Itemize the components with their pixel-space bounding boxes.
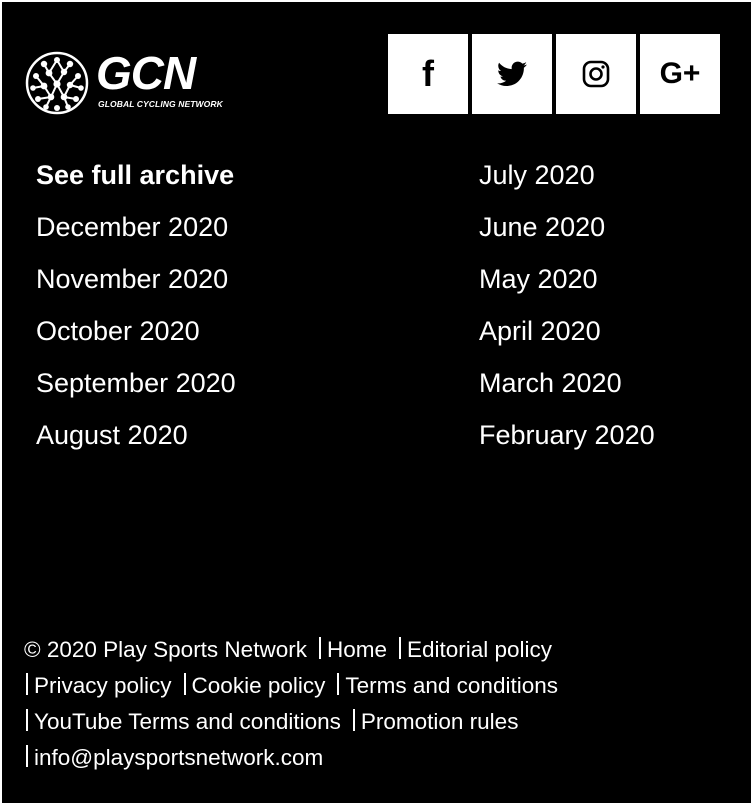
twitter-icon — [497, 61, 527, 86]
archive-link[interactable]: March 2020 — [479, 364, 655, 416]
privacy-policy-link[interactable]: Privacy policy — [34, 673, 172, 698]
social-links: f G+ — [388, 34, 720, 114]
archive-link[interactable]: November 2020 — [36, 260, 236, 312]
google-plus-button[interactable]: G+ — [640, 34, 720, 114]
archive-link[interactable]: June 2020 — [479, 208, 655, 260]
archive-link[interactable]: October 2020 — [36, 312, 236, 364]
facebook-icon: f — [422, 53, 434, 94]
gcn-logo[interactable]: GCN GLOBAL CYCLING NETWORK — [24, 50, 254, 116]
brand-tagline: GLOBAL CYCLING NETWORK — [98, 99, 223, 109]
archive-column-left: See full archive December 2020 November … — [36, 156, 236, 468]
facebook-button[interactable]: f — [388, 34, 468, 114]
globe-logo-icon — [25, 51, 89, 115]
separator — [26, 673, 28, 695]
twitter-button[interactable] — [472, 34, 552, 114]
archive-link[interactable]: September 2020 — [36, 364, 236, 416]
terms-link[interactable]: Terms and conditions — [345, 673, 558, 698]
separator — [352, 709, 355, 731]
home-link[interactable]: Home — [327, 637, 387, 662]
legal-footer: © 2020 Play Sports Network Home Editorial … — [24, 632, 734, 776]
archive-link[interactable]: April 2020 — [479, 312, 655, 364]
separator — [26, 709, 28, 731]
google-plus-icon: G+ — [659, 57, 701, 90]
separator — [26, 745, 28, 767]
promotion-rules-link[interactable]: Promotion rules — [361, 709, 519, 734]
archive-column-right: July 2020 June 2020 May 2020 April 2020 … — [479, 156, 655, 468]
brand-name: GCN — [96, 47, 196, 99]
instagram-icon — [582, 60, 610, 88]
editorial-policy-link[interactable]: Editorial policy — [407, 637, 552, 662]
instagram-button[interactable] — [556, 34, 636, 114]
separator — [318, 637, 321, 659]
cookie-policy-link[interactable]: Cookie policy — [192, 673, 326, 698]
archive-link[interactable]: May 2020 — [479, 260, 655, 312]
footer-panel: GCN GLOBAL CYCLING NETWORK f G+ See full… — [2, 2, 751, 803]
see-full-archive-link[interactable]: See full archive — [36, 156, 236, 208]
separator — [398, 637, 401, 659]
archive-link[interactable]: February 2020 — [479, 416, 655, 468]
separator — [337, 673, 340, 695]
youtube-terms-link[interactable]: YouTube Terms and conditions — [34, 709, 341, 734]
archive-link[interactable]: December 2020 — [36, 208, 236, 260]
separator — [183, 673, 186, 695]
email-link[interactable]: info@playsportsnetwork.com — [34, 745, 323, 770]
archive-link[interactable]: July 2020 — [479, 156, 655, 208]
copyright-text: © 2020 Play Sports Network — [24, 637, 307, 662]
archive-link[interactable]: August 2020 — [36, 416, 236, 468]
